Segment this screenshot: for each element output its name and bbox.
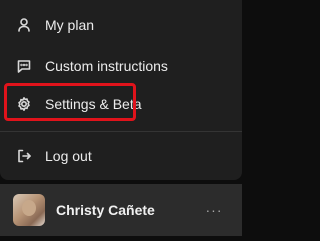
more-options-icon[interactable]: ···	[204, 200, 224, 220]
menu-item-custom-instructions[interactable]: Custom instructions	[6, 48, 236, 84]
profile-name: Christy Cañete	[56, 202, 155, 218]
account-menu: My plan Custom instructions Settings & B…	[0, 0, 242, 180]
menu-item-label: Settings & Beta	[45, 96, 142, 112]
avatar	[13, 194, 45, 226]
profile-row[interactable]: Christy Cañete ···	[0, 184, 242, 236]
menu-item-label: My plan	[45, 17, 95, 33]
menu-divider	[0, 131, 242, 132]
menu-item-log-out[interactable]: Log out	[6, 138, 236, 174]
chat-icon	[16, 58, 32, 74]
gear-icon	[16, 96, 32, 112]
menu-item-label: Custom instructions	[45, 58, 168, 74]
menu-item-label: Log out	[45, 148, 92, 164]
menu-item-settings-beta[interactable]: Settings & Beta	[6, 86, 236, 122]
logout-icon	[16, 148, 32, 164]
user-icon	[16, 17, 32, 33]
menu-item-my-plan[interactable]: My plan	[6, 7, 236, 43]
